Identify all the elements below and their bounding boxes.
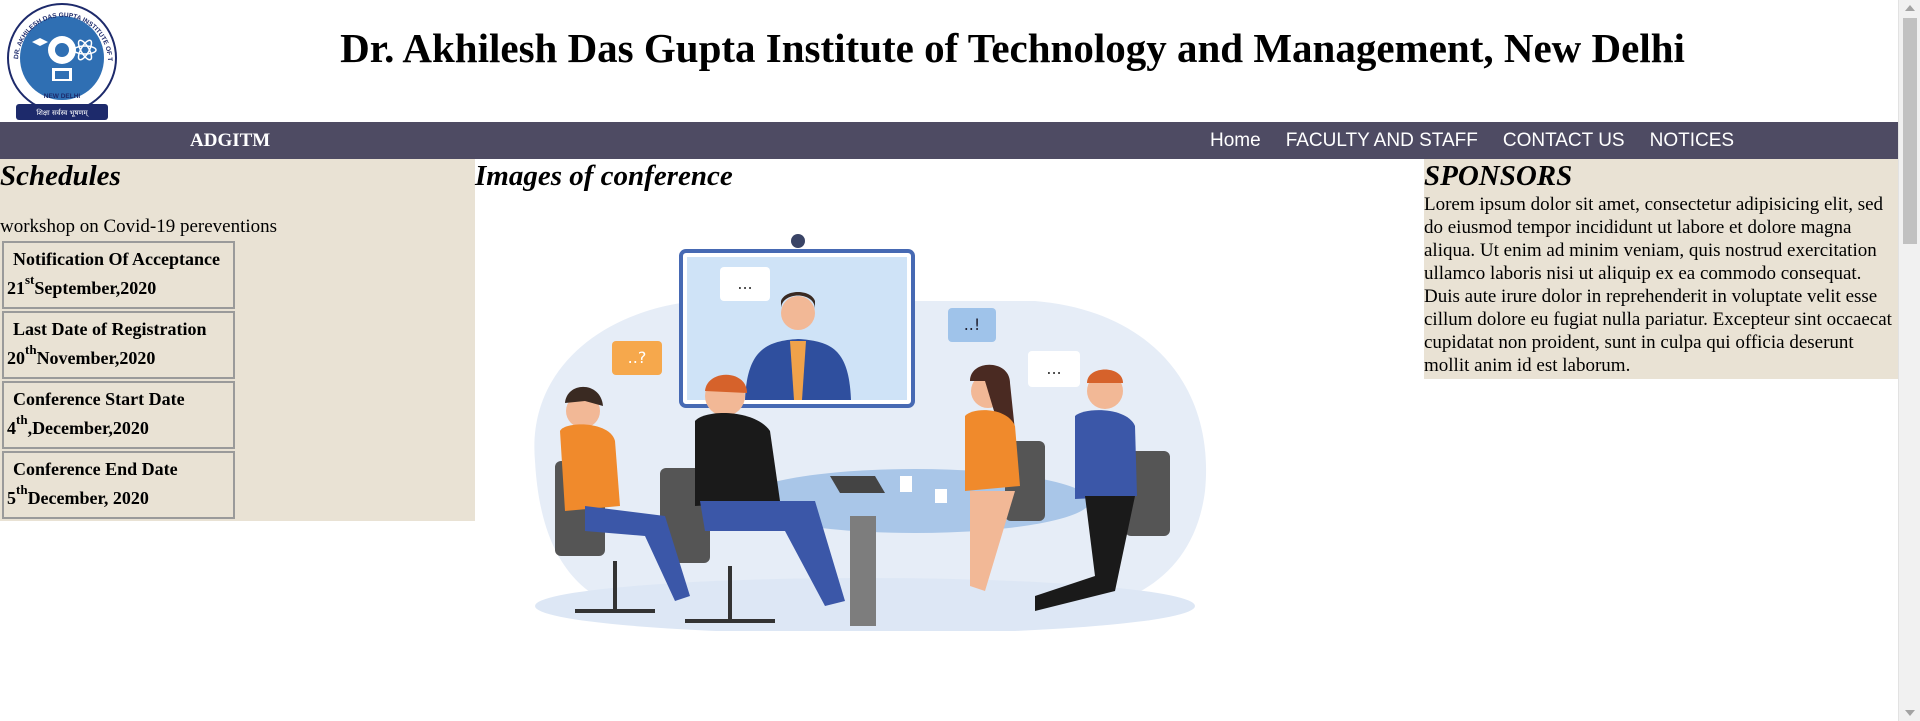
nav-notices-link[interactable]: NOTICES xyxy=(1650,122,1734,159)
workshop-text: workshop on Covid-19 pereventions xyxy=(0,216,278,237)
sponsors-text: Lorem ipsum dolor sit amet, consectetur … xyxy=(1424,194,1892,376)
bubble-3: ..? xyxy=(628,348,647,367)
page-scrollbar[interactable] xyxy=(1898,0,1920,721)
schedules-panel: Schedules workshop on Covid-19 pereventi… xyxy=(0,159,475,521)
sponsors-heading: SPONSORS xyxy=(1424,160,1573,192)
schedule-date: 5thDecember, 2020 xyxy=(7,482,149,508)
images-heading: Images of conference xyxy=(475,160,733,192)
brand-link[interactable]: ADGITM xyxy=(190,122,270,159)
scroll-up-icon[interactable] xyxy=(1905,5,1915,11)
bubble-1: ... xyxy=(737,274,752,293)
schedule-item: Notification Of Acceptance 21stSeptember… xyxy=(2,241,235,309)
schedule-label: Conference End Date xyxy=(13,459,178,479)
schedules-heading: Schedules xyxy=(0,160,121,192)
schedule-item: Conference End Date 5thDecember, 2020 xyxy=(2,451,235,519)
nav-faculty-link[interactable]: FACULTY AND STAFF xyxy=(1286,122,1478,159)
sponsors-panel: SPONSORS Lorem ipsum dolor sit amet, con… xyxy=(1424,159,1899,379)
conference-illustration: ... ..! ..? ... xyxy=(534,234,1207,631)
schedule-date: 20thNovember,2020 xyxy=(7,342,156,368)
logo-motto-text: शिक्षा सर्वस्व भूषणम् xyxy=(36,108,88,117)
schedule-item: Last Date of Registration 20thNovember,2… xyxy=(2,311,235,379)
schedule-label: Conference Start Date xyxy=(13,389,185,409)
logo-city-text: NEW DELHI xyxy=(44,93,81,100)
schedule-date: 4th,December,2020 xyxy=(7,412,149,438)
schedule-list: Notification Of Acceptance 21stSeptember… xyxy=(2,241,235,521)
schedule-date: 21stSeptember,2020 xyxy=(7,272,157,298)
scroll-down-icon[interactable] xyxy=(1905,710,1915,716)
schedule-item: Conference Start Date 4th,December,2020 xyxy=(2,381,235,449)
top-navbar: ADGITM Home FACULTY AND STAFF CONTACT US… xyxy=(0,122,1898,159)
schedule-label: Notification Of Acceptance xyxy=(13,249,220,269)
nav-contact-link[interactable]: CONTACT US xyxy=(1503,122,1625,159)
schedule-label: Last Date of Registration xyxy=(13,319,207,339)
institute-logo: DR. AKHILESH DAS GUPTA INSTITUTE OF TECH… xyxy=(0,0,117,120)
nav-home-link[interactable]: Home xyxy=(1210,122,1261,159)
bubble-4: ... xyxy=(1046,359,1061,378)
site-title: Dr. Akhilesh Das Gupta Institute of Tech… xyxy=(340,25,1685,71)
nav-links: Home FACULTY AND STAFF CONTACT US NOTICE… xyxy=(1210,122,1759,159)
scrollbar-thumb[interactable] xyxy=(1903,18,1917,244)
bubble-2: ..! xyxy=(964,315,981,334)
